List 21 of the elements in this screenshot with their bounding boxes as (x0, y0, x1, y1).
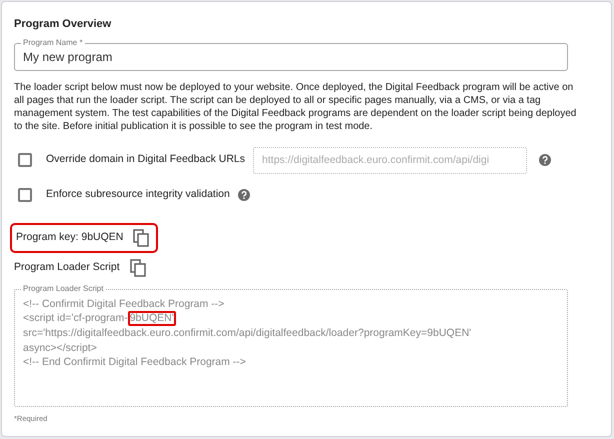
loader-script-heading: Program Loader Script (14, 260, 120, 275)
checkbox-label: Override domain in Digital Feedback URLs (46, 152, 246, 168)
copy-icon[interactable] (133, 228, 150, 246)
help-icon[interactable] (539, 154, 552, 166)
domain-url-field[interactable]: https://digitalfeedback.euro.confirmit.com/api/digi (253, 146, 528, 174)
highlighted-key-text: 9bUQEN' (128, 311, 176, 326)
script-line-text: <!-- End Confirmit Digital Feedback Program --> (23, 355, 246, 370)
checkbox[interactable] (18, 188, 32, 202)
script-line-text: <script id='cf-program- (23, 311, 128, 326)
script-line-text: src='https://digitalfeedback.euro.confirmit.com/api/digitalfeedback/loader?programKey=9bUQEN' (23, 326, 472, 340)
copy-icon[interactable] (130, 258, 146, 276)
field-label: Program Loader Script (21, 282, 106, 294)
script-line-text: <!-- Confirmit Digital Feedback Program --> (23, 296, 224, 311)
script-line-text: async></script> (23, 340, 97, 355)
checkbox-label: Enforce subresource integrity validation (46, 187, 230, 202)
section-title: Program Overview (14, 17, 112, 32)
field-label: Program Name * (21, 36, 85, 48)
description-text: The loader script below must now be deployed to your website. Once deployed, the Digital Feedback program will be active on all pages that run the loader script. The script can be deployed to all or specific pages manually, via a CMS, or via a tag management system. The test capabilities of the Digital Feedback programs are dependent on the loader script being deployed to the site. Before initial publication it is possible to see the program in test mode. (14, 80, 578, 132)
program-key-text: Program key: 9bUQEN (16, 230, 124, 245)
checkbox[interactable] (18, 153, 32, 167)
help-icon[interactable] (238, 189, 250, 201)
